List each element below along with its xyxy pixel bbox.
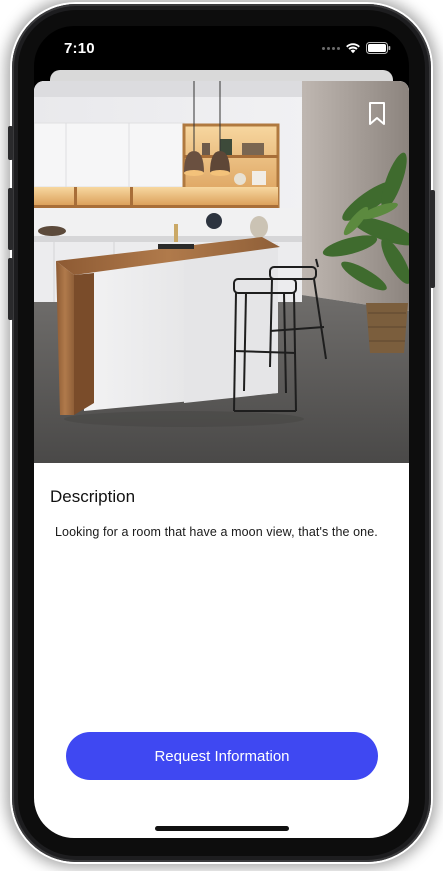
status-icons	[322, 42, 391, 54]
bookmark-icon[interactable]	[367, 101, 387, 127]
device-stage: 7:10 Description Looking for a room that…	[0, 0, 443, 871]
phone-screen: 7:10 Description Looking for a room that…	[34, 26, 409, 838]
status-time: 7:10	[64, 40, 95, 57]
volume-up-button	[8, 188, 13, 250]
signal-dots-icon	[322, 46, 340, 50]
battery-icon	[366, 42, 391, 54]
notch	[117, 26, 326, 56]
home-indicator[interactable]	[155, 826, 289, 831]
description-text: Looking for a room that have a moon view…	[55, 525, 378, 539]
kitchen-image	[34, 81, 409, 463]
listing-detail-sheet: Description Looking for a room that have…	[34, 81, 409, 838]
wifi-icon	[346, 43, 360, 54]
request-information-button[interactable]: Request Information	[66, 732, 378, 780]
power-button	[430, 190, 435, 288]
description-heading: Description	[50, 487, 136, 506]
listing-photo	[34, 81, 409, 463]
mute-switch	[8, 126, 13, 160]
volume-down-button	[8, 258, 13, 320]
